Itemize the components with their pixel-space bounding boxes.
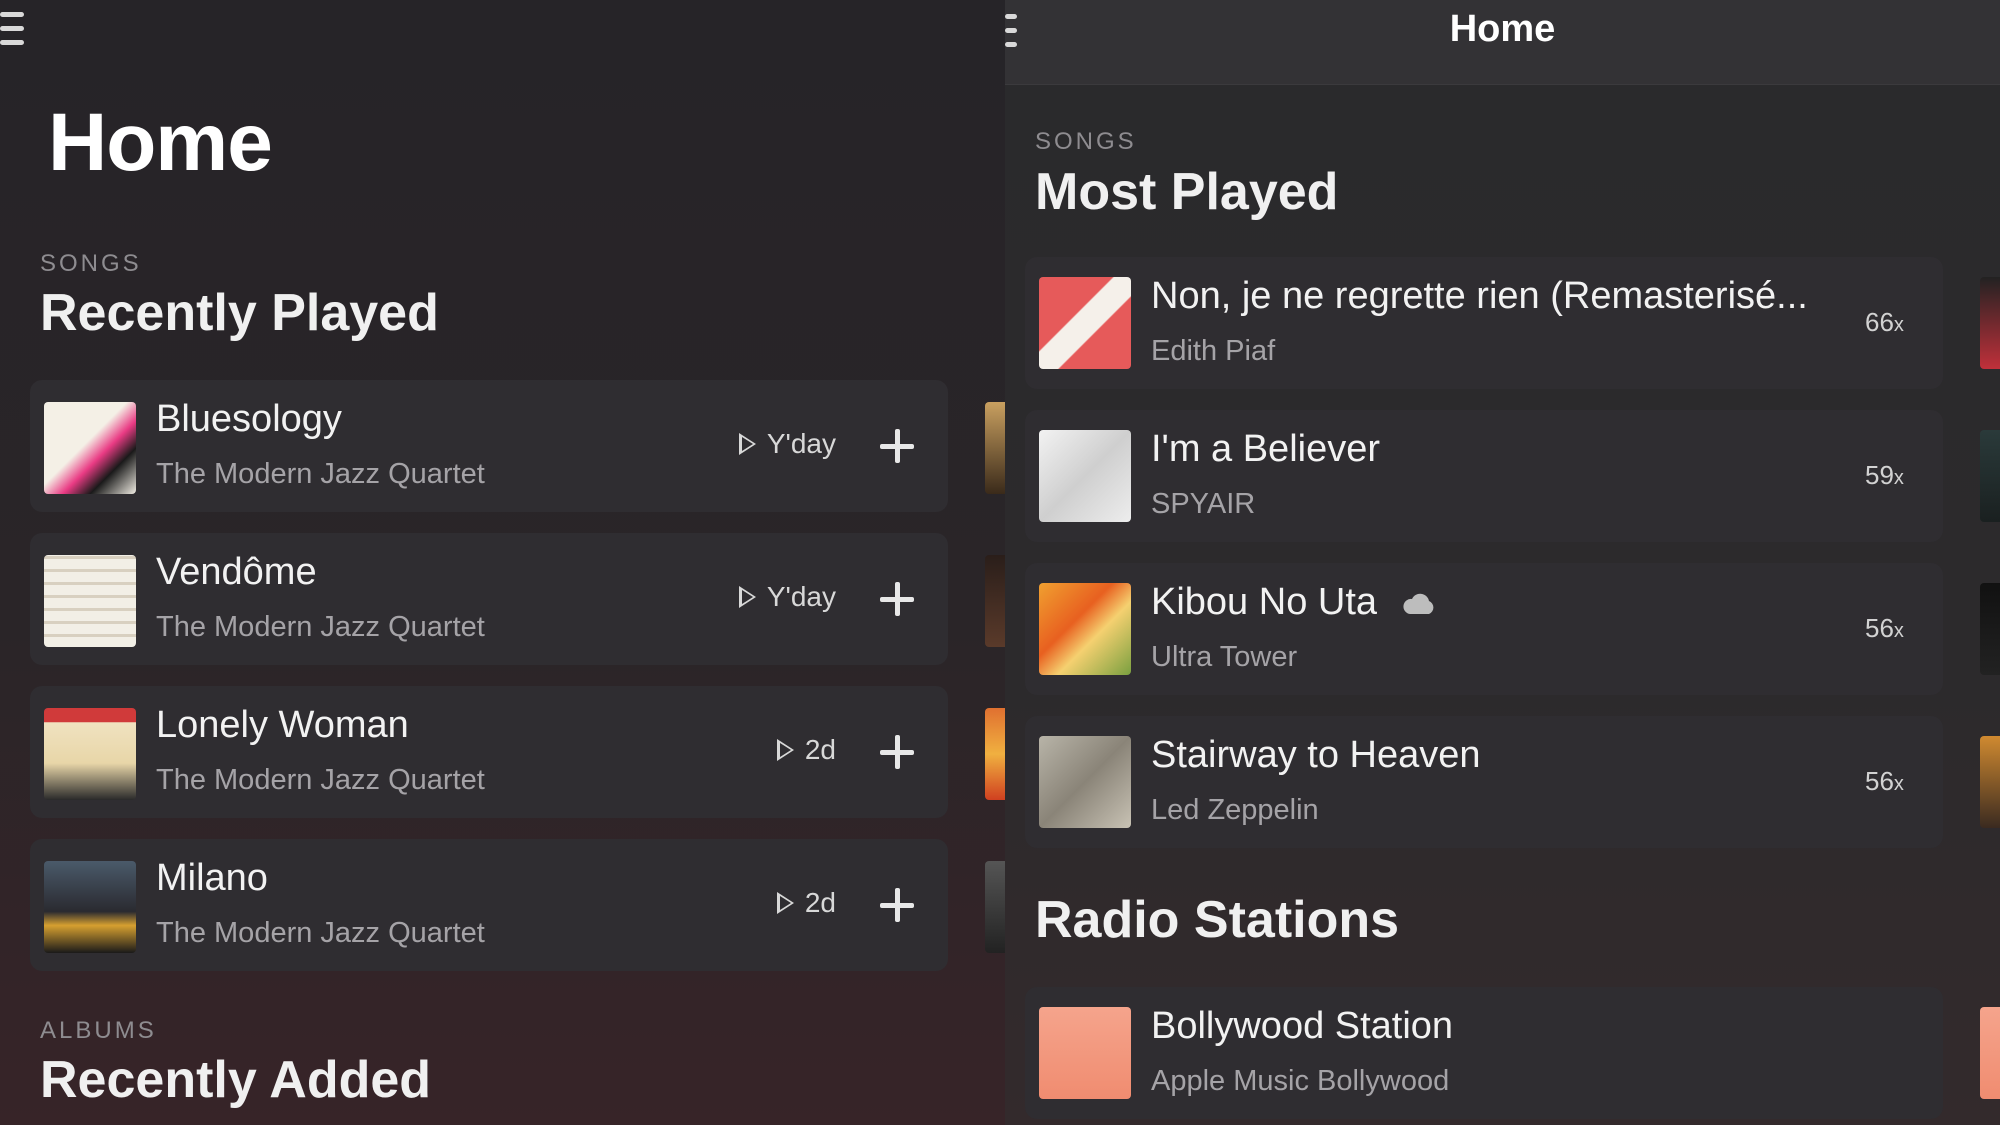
play-count-value: 59	[1865, 460, 1894, 490]
song-artist: The Modern Jazz Quartet	[156, 458, 485, 490]
song-artist: The Modern Jazz Quartet	[156, 764, 485, 796]
recently-added-title: Recently Added	[40, 1051, 432, 1109]
nav-bar: Home	[1005, 0, 2000, 85]
played-when-label: 2d	[804, 887, 836, 918]
left-pane: Home SONGS Recently Played Bluesology Th…	[0, 0, 1005, 1125]
right-pane: Home SONGS Most Played Non, je ne regret…	[1005, 0, 2000, 1125]
song-artist: Led Zeppelin	[1151, 794, 1319, 826]
albums-kicker: ALBUMS	[40, 1017, 157, 1044]
play-count-suffix: x	[1893, 314, 1904, 336]
album-art	[44, 402, 136, 494]
cloud-icon	[1403, 593, 1434, 614]
play-count-value: 66	[1865, 307, 1894, 337]
song-row[interactable]: I'm a Believer SPYAIR 59x	[1025, 410, 1943, 542]
add-icon[interactable]	[880, 888, 914, 922]
played-when-label: Y'day	[766, 581, 836, 612]
played-when: 2d	[776, 887, 836, 919]
play-count: 56x	[1865, 613, 1904, 644]
recently-played-title: Recently Played	[40, 284, 439, 342]
play-count-value: 56	[1865, 613, 1894, 643]
next-column-art	[1980, 1007, 2000, 1099]
song-artist: The Modern Jazz Quartet	[156, 611, 485, 643]
played-when: Y'day	[738, 581, 836, 613]
add-icon[interactable]	[880, 582, 914, 616]
add-icon[interactable]	[880, 429, 914, 463]
play-count-suffix: x	[1893, 773, 1904, 795]
nav-title: Home	[1449, 8, 1556, 50]
album-art	[44, 861, 136, 953]
song-row[interactable]: Kibou No Uta Ultra Tower 56x	[1025, 563, 1943, 695]
song-row[interactable]: Vendôme The Modern Jazz Quartet Y'day	[30, 533, 948, 665]
song-artist: SPYAIR	[1151, 488, 1256, 520]
album-art	[1039, 277, 1131, 369]
play-count-suffix: x	[1893, 620, 1904, 642]
play-count: 56x	[1865, 766, 1904, 797]
play-count: 66x	[1865, 307, 1904, 338]
song-title: Stairway to Heaven	[1151, 734, 1481, 776]
play-icon	[738, 433, 756, 455]
song-row[interactable]: Milano The Modern Jazz Quartet 2d	[30, 839, 948, 971]
album-art	[1039, 736, 1131, 828]
most-played-title: Most Played	[1035, 163, 1339, 221]
song-row[interactable]: Lonely Woman The Modern Jazz Quartet 2d	[30, 686, 948, 818]
station-art	[1039, 1007, 1131, 1099]
play-count-suffix: x	[1893, 467, 1904, 489]
songs-kicker: SONGS	[1035, 128, 1137, 155]
song-row[interactable]: Bluesology The Modern Jazz Quartet Y'day	[30, 380, 948, 512]
radio-row[interactable]: Bollywood Station Apple Music Bollywood	[1025, 987, 1943, 1119]
station-title: Bollywood Station	[1151, 1005, 1454, 1047]
next-column-art	[985, 861, 1005, 953]
page-title: Home	[48, 97, 273, 188]
album-art	[1039, 430, 1131, 522]
song-artist: Edith Piaf	[1151, 335, 1276, 367]
next-column-art	[1980, 277, 2000, 369]
play-icon	[776, 892, 794, 914]
next-column-art	[985, 555, 1005, 647]
song-title: Milano	[156, 857, 268, 899]
played-when: 2d	[776, 734, 836, 766]
next-column-art	[985, 402, 1005, 494]
album-art	[1039, 583, 1131, 675]
song-row[interactable]: Stairway to Heaven Led Zeppelin 56x	[1025, 716, 1943, 848]
play-icon	[776, 739, 794, 761]
add-icon[interactable]	[880, 735, 914, 769]
played-when: Y'day	[738, 428, 836, 460]
next-column-art	[1980, 583, 2000, 675]
play-count: 59x	[1865, 460, 1904, 491]
played-when-label: Y'day	[766, 428, 836, 459]
played-when-label: 2d	[804, 734, 836, 765]
song-title: I'm a Believer	[1151, 428, 1381, 470]
next-column-art	[1980, 736, 2000, 828]
next-column-art	[1980, 430, 2000, 522]
song-row[interactable]: Non, je ne regrette rien (Remasterisé...…	[1025, 257, 1943, 389]
song-title: Lonely Woman	[156, 704, 409, 746]
song-artist: The Modern Jazz Quartet	[156, 917, 485, 949]
play-count-value: 56	[1865, 766, 1894, 796]
song-artist: Ultra Tower	[1151, 641, 1298, 673]
song-title: Bluesology	[156, 398, 342, 440]
song-title: Kibou No Uta	[1151, 581, 1378, 623]
station-subtitle: Apple Music Bollywood	[1151, 1065, 1450, 1097]
song-title: Non, je ne regrette rien (Remasterisé...	[1151, 275, 1808, 317]
album-art	[44, 708, 136, 800]
songs-kicker: SONGS	[40, 250, 142, 277]
radio-stations-title: Radio Stations	[1035, 891, 1400, 949]
play-icon	[738, 586, 756, 608]
menu-icon[interactable]	[0, 12, 24, 45]
album-art	[44, 555, 136, 647]
next-column-art	[985, 708, 1005, 800]
song-title: Vendôme	[156, 551, 317, 593]
